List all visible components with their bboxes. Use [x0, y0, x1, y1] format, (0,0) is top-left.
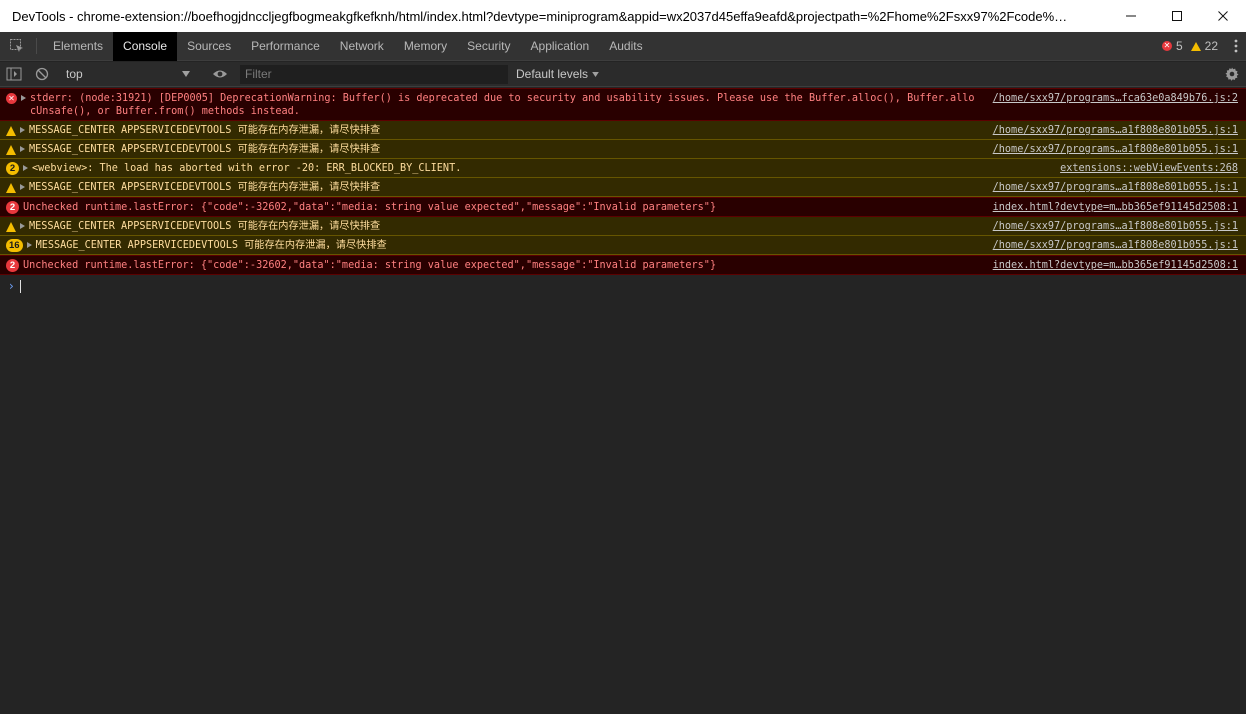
issue-counters[interactable]: ✕ 5 22 — [1161, 39, 1226, 53]
message-source-link[interactable]: /home/sxx97/programs…a1f808e801b055.js:1 — [993, 143, 1238, 156]
warning-count-icon — [1190, 41, 1201, 51]
repeat-count-badge: 2 — [6, 201, 19, 214]
window-titlebar: DevTools - chrome-extension://boefhogjdn… — [0, 0, 1246, 32]
error-icon: ✕ — [6, 92, 17, 105]
message-text: <webview>: The load has aborted with err… — [32, 163, 462, 174]
warning-icon — [6, 143, 16, 156]
expand-triangle-icon[interactable] — [21, 95, 26, 101]
warning-icon — [6, 220, 16, 233]
filter-input[interactable] — [240, 64, 508, 84]
tab-network[interactable]: Network — [330, 32, 394, 61]
warning-icon — [6, 181, 16, 194]
repeat-count: 2 — [6, 259, 19, 272]
console-message-error[interactable]: 2 Unchecked runtime.lastError: {"code":-3… — [0, 255, 1246, 275]
message-source-link[interactable]: extensions::webViewEvents:268 — [1060, 162, 1238, 175]
sidebar-toggle-icon — [6, 67, 22, 81]
console-toolbar: top Default levels — [0, 62, 1246, 87]
text-caret — [19, 279, 21, 293]
log-levels-dropdown[interactable]: Default levels — [516, 67, 599, 81]
expand-triangle-icon[interactable] — [26, 242, 32, 248]
error-count-icon: ✕ — [1161, 41, 1172, 51]
console-prompt[interactable]: › — [0, 278, 1246, 294]
tab-list: Elements Console Sources Performance Network… — [43, 31, 653, 61]
show-sidebar-button[interactable] — [0, 62, 28, 87]
repeat-count: 16 — [6, 239, 23, 252]
console-message-warning[interactable]: MESSAGE_CENTER APPSERVICEDEVTOOLS 可能存在内存… — [0, 178, 1246, 197]
message-source-link[interactable]: /home/sxx97/programs…a1f808e801b055.js:1 — [993, 181, 1238, 194]
console-message-error[interactable]: 2 Unchecked runtime.lastError: {"code":-3… — [0, 197, 1246, 217]
toolbar-divider — [36, 38, 37, 54]
console-message-warning[interactable]: MESSAGE_CENTER APPSERVICEDEVTOOLS 可能存在内存… — [0, 217, 1246, 236]
console-message-warning[interactable]: MESSAGE_CENTER APPSERVICEDEVTOOLS 可能存在内存… — [0, 121, 1246, 140]
warning-count: 22 — [1204, 39, 1218, 53]
repeat-count: 2 — [6, 162, 19, 175]
tab-console[interactable]: Console — [113, 31, 178, 61]
message-text: MESSAGE_CENTER APPSERVICEDEVTOOLS 可能存在内存… — [29, 125, 381, 136]
maximize-icon — [1172, 11, 1182, 21]
console-message-warning[interactable]: 2 <webview>: The load has aborted with er… — [0, 159, 1246, 178]
message-text: MESSAGE_CENTER APPSERVICEDEVTOOLS 可能存在内存… — [29, 221, 381, 232]
minimize-icon — [1126, 15, 1136, 17]
live-expression-button[interactable] — [206, 62, 234, 87]
more-options-button[interactable] — [1226, 32, 1246, 61]
message-source-link[interactable]: /home/sxx97/programs…a1f808e801b055.js:1 — [993, 239, 1238, 252]
repeat-count: 2 — [6, 201, 19, 214]
inspect-element-button[interactable] — [0, 32, 34, 61]
message-text: Unchecked runtime.lastError: {"code":-32… — [23, 202, 717, 213]
minimize-button[interactable] — [1108, 0, 1154, 32]
log-levels-label: Default levels — [516, 67, 589, 81]
close-icon — [1218, 11, 1228, 21]
message-source-link[interactable]: index.html?devtype=m…bb365ef91145d2508:1 — [993, 201, 1238, 214]
expand-triangle-icon[interactable] — [20, 127, 25, 133]
message-text: MESSAGE_CENTER APPSERVICEDEVTOOLS 可能存在内存… — [35, 240, 387, 251]
prompt-chevron-icon: › — [9, 279, 14, 293]
expand-triangle-icon[interactable] — [23, 165, 28, 171]
tab-audits[interactable]: Audits — [599, 32, 652, 61]
message-text: MESSAGE_CENTER APPSERVICEDEVTOOLS 可能存在内存… — [29, 144, 381, 155]
tab-elements[interactable]: Elements — [43, 32, 113, 61]
window-title: DevTools - chrome-extension://boefhogjdn… — [12, 8, 1068, 24]
tab-security[interactable]: Security — [457, 32, 520, 61]
repeat-count-badge: 2 — [6, 259, 19, 272]
tab-application[interactable]: Application — [521, 32, 600, 61]
eye-icon — [213, 70, 227, 78]
inspect-icon — [10, 39, 23, 52]
context-selector[interactable]: top — [56, 64, 194, 85]
clear-console-button[interactable] — [28, 62, 56, 87]
console-message-error[interactable]: ✕ stderr: (node:31921) [DEP0005] Deprecat… — [0, 88, 1246, 121]
message-text: stderr: (node:31921) [DEP0005] Deprecati… — [30, 93, 975, 117]
message-source-link[interactable]: /home/sxx97/programs…a1f808e801b055.js:1 — [993, 124, 1238, 137]
gear-icon — [1225, 67, 1239, 81]
warning-icon — [6, 124, 16, 137]
expand-triangle-icon[interactable] — [20, 223, 25, 229]
message-text: MESSAGE_CENTER APPSERVICEDEVTOOLS 可能存在内存… — [29, 182, 381, 193]
message-text: Unchecked runtime.lastError: {"code":-32… — [23, 260, 717, 271]
tab-performance[interactable]: Performance — [241, 32, 330, 61]
repeat-count-badge: 2 — [6, 162, 19, 175]
repeat-count-badge: 16 — [6, 239, 23, 252]
maximize-button[interactable] — [1154, 0, 1200, 32]
tab-sources[interactable]: Sources — [177, 32, 241, 61]
more-vert-icon — [1234, 39, 1238, 53]
console-messages: ✕ stderr: (node:31921) [DEP0005] Deprecat… — [0, 88, 1246, 714]
devtools-tabbar: Elements Console Sources Performance Network… — [0, 31, 1246, 61]
context-selector-label: top — [66, 67, 83, 81]
tab-memory[interactable]: Memory — [394, 32, 457, 61]
dropdown-arrow-icon — [182, 71, 190, 77]
console-message-warning[interactable]: MESSAGE_CENTER APPSERVICEDEVTOOLS 可能存在内存… — [0, 140, 1246, 159]
expand-triangle-icon[interactable] — [20, 184, 25, 190]
console-message-warning[interactable]: 16 MESSAGE_CENTER APPSERVICEDEVTOOLS 可能存在… — [0, 236, 1246, 255]
message-source-link[interactable]: /home/sxx97/programs…fca63e0a849b76.js:2 — [993, 92, 1238, 105]
console-settings-button[interactable] — [1218, 62, 1246, 87]
message-source-link[interactable]: /home/sxx97/programs…a1f808e801b055.js:1 — [993, 220, 1238, 233]
error-count: 5 — [1175, 39, 1183, 53]
clear-icon — [35, 67, 49, 81]
expand-triangle-icon[interactable] — [20, 146, 25, 152]
message-source-link[interactable]: index.html?devtype=m…bb365ef91145d2508:1 — [993, 259, 1238, 272]
close-button[interactable] — [1200, 0, 1246, 32]
dropdown-arrow-icon — [592, 71, 599, 77]
